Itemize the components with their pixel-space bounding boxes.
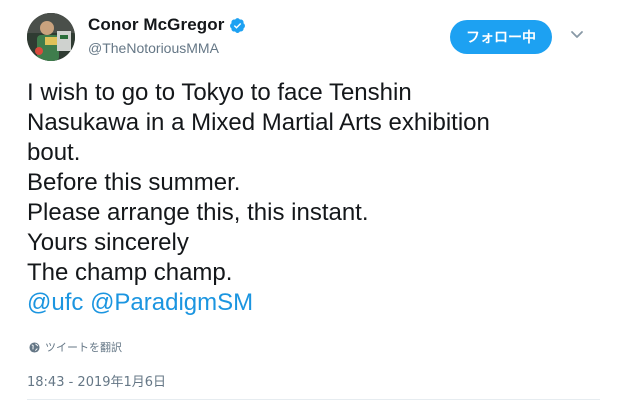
mention-paradigmsm[interactable]: @ParadigmSM [90,289,253,316]
display-name[interactable]: Conor McGregor [88,15,224,35]
avatar[interactable] [27,13,75,61]
globe-icon [29,341,40,353]
display-name-row: Conor McGregor [88,14,246,36]
tweet-card: Conor McGregor @TheNotoriousMMA フォロー中 I … [0,0,618,401]
tweet-line: I wish to go to Tokyo to face Tenshin [27,79,412,106]
author-info: Conor McGregor @TheNotoriousMMA [88,14,246,56]
verified-badge-icon [230,17,246,33]
divider [27,399,600,400]
translate-tweet-link[interactable]: ツイートを翻訳 [29,339,122,355]
handle[interactable]: @TheNotoriousMMA [88,40,246,56]
tweet-timestamp[interactable]: 18:43 - 2019年1月6日 [27,371,166,390]
chevron-down-icon[interactable] [570,30,584,40]
following-button[interactable]: フォロー中 [450,20,552,54]
tweet-line: The champ champ. [27,259,233,286]
tweet-line: Before this summer. [27,169,241,196]
tweet-line: Please arrange this, this instant. [27,199,369,226]
mention-ufc[interactable]: @ufc [27,289,83,316]
tweet-text: I wish to go to Tokyo to face Tenshin Na… [27,78,607,318]
avatar-photo-icon [27,13,75,61]
tweet-line: bout. [27,139,81,166]
translate-label: ツイートを翻訳 [45,341,122,354]
mentions-line: @ufc @ParadigmSM [27,288,607,318]
tweet-line: Yours sincerely [27,229,189,256]
tweet-line: Nasukawa in a Mixed Martial Arts exhibit… [27,109,490,136]
